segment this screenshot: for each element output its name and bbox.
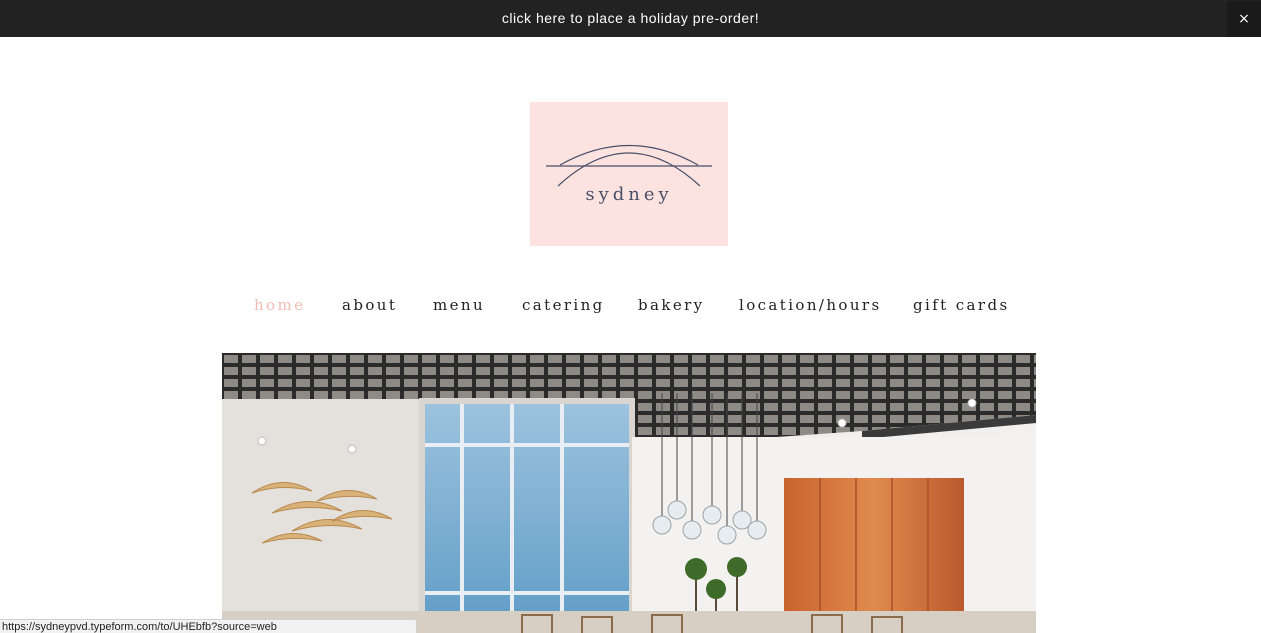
- nav-item-menu[interactable]: menu: [433, 296, 485, 314]
- nav-item-bakery[interactable]: bakery: [638, 296, 705, 314]
- browser-status-url: https://sydneypvd.typeform.com/to/UHEbfb…: [0, 619, 417, 633]
- nav-item-about[interactable]: about: [342, 296, 397, 314]
- logo-wordmark: sydney: [585, 184, 673, 205]
- page: click here to place a holiday pre-order!…: [0, 0, 1261, 633]
- main-nav: home about menu catering bakery location…: [0, 296, 1261, 320]
- bridge-icon: [546, 145, 712, 187]
- hero-image: [222, 353, 1036, 633]
- nav-item-catering[interactable]: catering: [522, 296, 605, 314]
- nav-item-gift-cards[interactable]: gift cards: [913, 296, 1010, 314]
- close-icon: ×: [1238, 11, 1250, 27]
- announcement-bar: click here to place a holiday pre-order!…: [0, 0, 1261, 37]
- nav-item-home[interactable]: home: [254, 296, 305, 314]
- site-logo[interactable]: sydney: [530, 102, 728, 246]
- cafe-interior-photo: [222, 353, 1036, 633]
- announcement-link[interactable]: click here to place a holiday pre-order!: [0, 10, 1261, 26]
- nav-item-location-hours[interactable]: location/hours: [739, 296, 882, 314]
- close-announcement-button[interactable]: ×: [1227, 1, 1261, 37]
